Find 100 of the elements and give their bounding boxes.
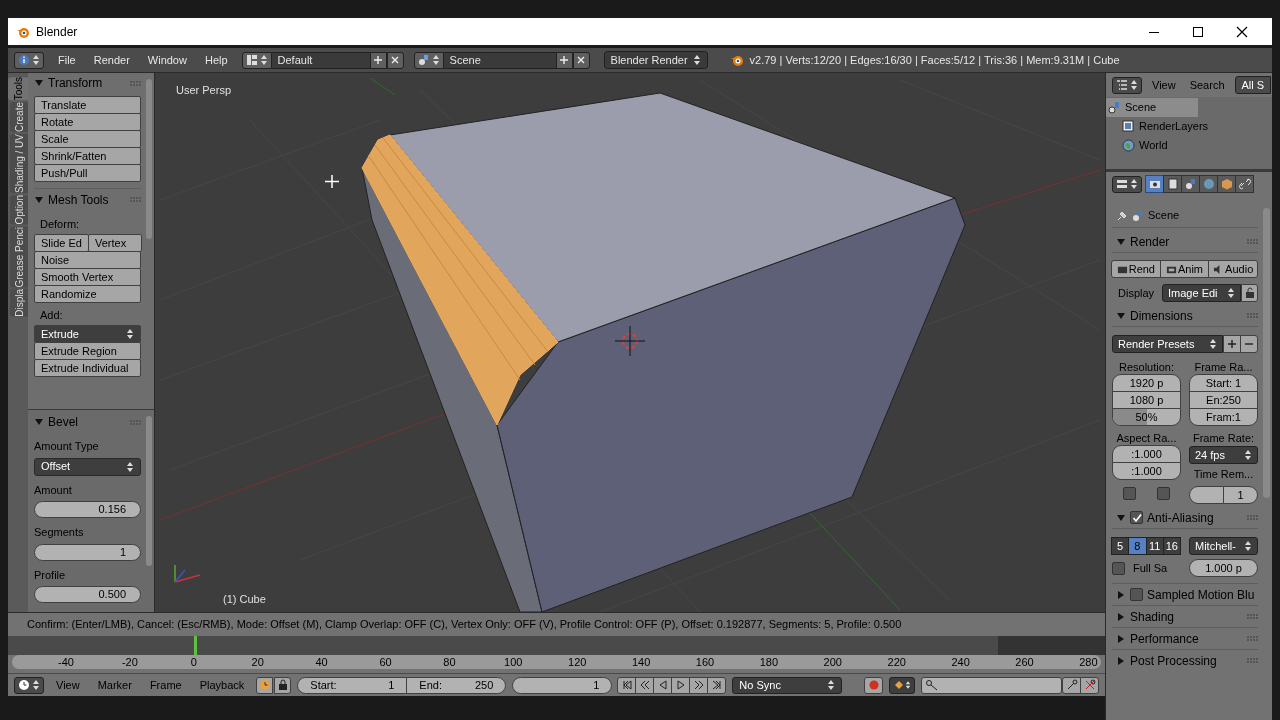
editor-type-dropdown[interactable] <box>14 51 44 69</box>
editor-type-dropdown[interactable] <box>1112 76 1142 94</box>
number-field[interactable]: 1.000 p <box>1189 559 1258 577</box>
delete-keyframe-button[interactable] <box>1080 676 1099 694</box>
render-button[interactable]: Rend <box>1111 260 1161 278</box>
collapse-triangle-icon[interactable] <box>34 78 44 88</box>
sample-option[interactable]: 8 <box>1128 537 1147 555</box>
panel-title[interactable]: Shading <box>1130 607 1175 626</box>
editor-type-dropdown[interactable] <box>14 676 44 694</box>
filter-dropdown[interactable]: Mitchell- <box>1189 537 1258 555</box>
keyframe-type-dropdown[interactable] <box>889 676 916 694</box>
checkbox[interactable] <box>1112 561 1125 575</box>
number-field[interactable]: 0.156 <box>34 501 141 518</box>
number-field[interactable]: 1080 p <box>1112 391 1181 409</box>
scene-field[interactable]: Scene <box>443 51 556 69</box>
scene-browse-button[interactable] <box>413 51 444 69</box>
keying-button[interactable] <box>256 676 274 694</box>
menu-item[interactable]: Window <box>143 51 191 69</box>
shelf-tab[interactable]: Option <box>10 195 28 225</box>
collapse-triangle-icon[interactable] <box>1116 236 1126 247</box>
jump-start-button[interactable] <box>617 676 637 694</box>
outliner-item[interactable]: RenderLayers <box>1106 117 1213 136</box>
menu-item[interactable]: File <box>54 51 80 69</box>
expand-triangle-icon[interactable] <box>1116 611 1126 622</box>
checkbox[interactable] <box>1157 486 1171 500</box>
expand-triangle-icon[interactable] <box>1116 589 1126 600</box>
panel-title[interactable]: Anti-Aliasing <box>1147 508 1243 527</box>
lock-button[interactable] <box>1241 284 1258 302</box>
panel-title[interactable]: Dimensions <box>1130 306 1243 325</box>
tool-button[interactable]: Randomize <box>34 285 141 303</box>
panel-title[interactable]: Post Processing <box>1130 651 1217 670</box>
expand-triangle-icon[interactable] <box>1116 655 1126 666</box>
play-reverse-button[interactable] <box>653 676 673 694</box>
jump-end-button[interactable] <box>707 676 727 694</box>
menu-item[interactable]: Playback <box>193 676 251 694</box>
filter-dropdown[interactable]: All S <box>1234 76 1272 94</box>
current-frame-field[interactable]: 1 <box>512 676 613 694</box>
presets-dropdown[interactable]: Render Presets <box>1112 335 1223 353</box>
sample-option[interactable]: 5 <box>1111 537 1130 555</box>
start-frame-field[interactable]: Start: 1 <box>297 676 408 694</box>
record-button[interactable] <box>864 676 884 694</box>
play-button[interactable] <box>671 676 691 694</box>
menu-item[interactable]: Marker <box>91 676 138 694</box>
number-field[interactable]: Start: 1 <box>1189 374 1258 392</box>
tool-button[interactable]: Slide Ed <box>34 234 89 252</box>
add-button[interactable] <box>1223 335 1241 353</box>
outliner-item[interactable]: World <box>1106 136 1198 155</box>
panel-title[interactable]: Mesh Tools <box>48 190 126 209</box>
number-field[interactable]: Fram:1 <box>1189 408 1258 426</box>
number-field[interactable]: 1920 p <box>1112 374 1181 392</box>
number-field[interactable]: 1 <box>34 543 141 561</box>
tool-button[interactable]: Rotate <box>34 113 141 131</box>
tool-button[interactable]: Translate <box>34 96 141 114</box>
render-button[interactable]: Anim <box>1159 260 1210 278</box>
render-button[interactable]: Audio <box>1208 260 1258 278</box>
end-frame-field[interactable]: End: 250 <box>406 676 507 694</box>
outliner-item[interactable]: Scene <box>1106 98 1198 117</box>
layout-browse-button[interactable] <box>241 51 272 69</box>
collapse-triangle-icon[interactable] <box>34 194 44 205</box>
number-field[interactable]: :1.000 <box>1112 445 1181 463</box>
expand-triangle-icon[interactable] <box>1116 633 1126 644</box>
panel-title[interactable]: Render <box>1130 232 1243 251</box>
menu-item[interactable]: View <box>1148 76 1180 94</box>
menu-item[interactable]: Render <box>89 51 134 69</box>
keying-set-field[interactable] <box>921 676 1062 694</box>
editor-type-dropdown[interactable] <box>1112 175 1142 193</box>
number-field[interactable]: :1.000 <box>1112 462 1181 480</box>
tool-button[interactable]: Push/Pull <box>34 164 141 182</box>
next-keyframe-button[interactable] <box>689 676 709 694</box>
frame-rate-dropdown[interactable]: 24 fps <box>1189 446 1258 464</box>
tool-button[interactable]: Extrude Region <box>34 342 141 360</box>
tool-button[interactable]: Shrink/Fatten <box>34 147 141 165</box>
shelf-tab[interactable]: Displa <box>10 289 28 318</box>
lock-button[interactable] <box>274 676 292 694</box>
previous-keyframe-button[interactable] <box>635 676 655 694</box>
menu-item[interactable]: Help <box>200 51 232 69</box>
tool-button[interactable]: Smooth Vertex <box>34 268 141 286</box>
scrollbar[interactable] <box>146 79 152 239</box>
panel-title[interactable]: Performance <box>1130 629 1199 648</box>
menu-item[interactable]: Search <box>1185 76 1229 94</box>
percentage-slider[interactable]: 50% <box>1112 408 1181 426</box>
menu-item[interactable]: Frame <box>143 676 188 694</box>
panel-title[interactable]: Bevel <box>48 413 126 431</box>
scrollbar[interactable] <box>1262 208 1270 498</box>
checkbox[interactable] <box>1130 511 1143 524</box>
remove-button[interactable] <box>1240 335 1258 353</box>
pin-icon[interactable] <box>1116 209 1128 222</box>
sync-dropdown[interactable]: No Sync <box>732 676 843 694</box>
checkbox[interactable] <box>1130 588 1143 601</box>
shelf-tab[interactable]: Create <box>10 102 28 133</box>
collapse-triangle-icon[interactable] <box>1116 310 1126 321</box>
shelf-tab[interactable]: Tools <box>8 77 28 101</box>
shelf-tab[interactable]: Grease Penci <box>10 226 28 288</box>
menu-item[interactable]: View <box>50 676 86 694</box>
tool-button[interactable]: Scale <box>34 130 141 148</box>
amount-type-dropdown[interactable]: Offset <box>34 457 141 476</box>
tool-button[interactable]: Vertex <box>88 234 142 252</box>
collapse-triangle-icon[interactable] <box>1116 512 1126 523</box>
number-field[interactable] <box>1189 486 1224 504</box>
panel-title[interactable]: Transform <box>48 74 126 92</box>
